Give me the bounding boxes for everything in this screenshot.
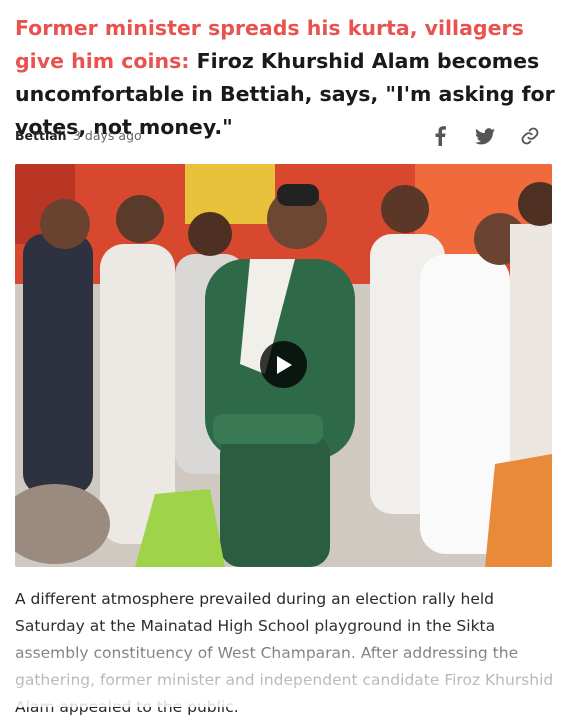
play-icon[interactable] [260, 341, 307, 388]
link-icon[interactable] [517, 124, 543, 148]
twitter-icon[interactable] [472, 124, 498, 148]
timestamp: 3 days ago [73, 128, 142, 143]
video-player[interactable] [15, 164, 552, 567]
article-meta: Bettiah 3 days ago [15, 124, 551, 148]
facebook-icon[interactable] [427, 124, 453, 148]
location-link[interactable]: Bettiah [15, 128, 67, 143]
article-body: A different atmosphere prevailed during … [15, 590, 554, 716]
